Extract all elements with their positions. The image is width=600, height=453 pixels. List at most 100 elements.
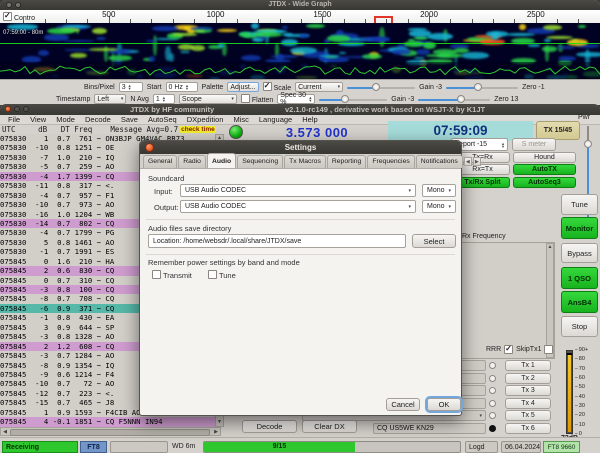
gain-slider[interactable] [347, 83, 415, 92]
scope-combo[interactable]: Scope▾ [179, 94, 237, 104]
stop-button[interactable]: Stop [561, 316, 598, 337]
wide-graph-titlebar[interactable]: JTDX - Wide Graph [0, 0, 600, 10]
band-activity-hscrollbar[interactable]: ◀ ▶ [0, 427, 221, 436]
main-titlebar[interactable]: JTDX by HF community v2.1.0-rc149 , deri… [0, 104, 600, 115]
menu-dxpedition[interactable]: DXpedition [187, 115, 224, 124]
select-button[interactable]: Select [412, 234, 456, 248]
decode-button[interactable]: Decode [242, 420, 297, 433]
tx-radio-3[interactable] [489, 387, 496, 394]
cancel-button[interactable]: Cancel [386, 398, 420, 411]
tx-radio-1[interactable] [489, 362, 496, 369]
zero2-slider[interactable] [418, 95, 490, 104]
close-icon[interactable] [6, 2, 12, 8]
input-channels-combo[interactable]: Mono▾ [422, 184, 456, 197]
tx2-button[interactable]: Tx 2 [505, 373, 551, 384]
adjust-button[interactable]: Adjust... [227, 82, 258, 92]
spec-spinbox[interactable]: Spec 30 %▲▼ [277, 94, 315, 104]
menu-mode[interactable]: Mode [56, 115, 75, 124]
settings-titlebar[interactable]: Settings [140, 141, 461, 154]
decode-row[interactable]: 075845 4 -0.1 1851 ~ CQ F5NNN IN94 [0, 417, 215, 426]
menu-file[interactable]: File [8, 115, 20, 124]
clear-dx-button[interactable]: Clear DX [302, 420, 357, 433]
autotx-button[interactable]: AutoTX [513, 164, 576, 175]
tab-tx-macros[interactable]: Tx Macros [284, 155, 326, 168]
ok-button[interactable]: OK [427, 398, 461, 411]
menu-language[interactable]: Language [259, 115, 292, 124]
output-channels-combo[interactable]: Mono▾ [422, 200, 456, 213]
navg-spinbox[interactable]: 1▲▼ [153, 94, 175, 104]
pwr-slider-knob[interactable] [584, 140, 592, 148]
tab-audio[interactable]: Audio [207, 153, 236, 168]
location-field[interactable]: Location: /home/websdr/.local/share/JTDX… [148, 234, 406, 248]
tab-notifications[interactable]: Notifications [416, 155, 463, 168]
input-combo[interactable]: USB Audio CODEC▾ [180, 184, 416, 197]
minimize-icon[interactable] [14, 106, 20, 112]
tx1-button[interactable]: Tx 1 [505, 360, 551, 371]
minimize-icon[interactable] [15, 2, 21, 8]
autoseq-button[interactable]: AutoSeq3 [513, 177, 576, 188]
tx-radio-2[interactable] [489, 375, 496, 382]
timestamp-combo[interactable]: Left▾ [94, 94, 126, 104]
meter-tick-label: 90+ [575, 347, 595, 353]
output-combo[interactable]: USB Audio CODEC▾ [180, 200, 416, 213]
tx4-button[interactable]: Tx 4 [505, 398, 551, 409]
signal-blob [528, 44, 540, 46]
rx-frequency-pane[interactable]: ▲▼ [461, 242, 555, 359]
tab-scroll-arrows[interactable]: ◀▶ [464, 157, 481, 166]
tune-checkbox[interactable]: Tune [208, 270, 236, 280]
skiptx1-checkbox[interactable] [544, 345, 553, 354]
monitor-button[interactable]: Monitor [561, 217, 598, 239]
txrx-split-button[interactable]: Tx/Rx Split [455, 177, 510, 188]
rrr-skiptx-row: RRR SkipTx1 [486, 345, 553, 354]
close-icon[interactable] [145, 143, 154, 152]
tx-radio-4[interactable] [489, 400, 496, 407]
settings-dialog: Settings GeneralRadioAudioSequencingTx M… [139, 140, 462, 416]
dial-frequency[interactable]: 3.573 000 [248, 124, 386, 141]
waterfall[interactable]: 07:59:00 - 80m [0, 23, 600, 79]
transmit-checkbox[interactable]: Transmit [152, 270, 192, 280]
tx-message-field-6[interactable]: CQ US5WE KN29 [373, 423, 486, 434]
tab-sequencing[interactable]: Sequencing [237, 155, 283, 168]
input-label: Input: [154, 187, 173, 196]
start-spinbox[interactable]: 0 Hz▲▼ [166, 82, 198, 92]
ansb4-button[interactable]: AnsB4 [561, 291, 598, 313]
scale-checkbox[interactable]: Scale [263, 82, 291, 92]
tab-general[interactable]: General [143, 155, 177, 168]
menu-autoseq[interactable]: AutoSeq [148, 115, 177, 124]
maximize-icon[interactable] [23, 106, 29, 112]
menu-decode[interactable]: Decode [85, 115, 111, 124]
controls-checkbox[interactable]: Contro [3, 12, 35, 22]
ruler-tick-label: 2000 [420, 10, 438, 19]
signal-blob [239, 32, 251, 37]
bypass-button[interactable]: Bypass [561, 243, 598, 263]
hound-button[interactable]: Hound [513, 152, 576, 163]
gain2-slider[interactable] [319, 95, 387, 104]
pwr-slider[interactable] [583, 126, 593, 231]
palette-combo[interactable]: Current▾ [295, 82, 343, 92]
menu-misc[interactable]: Misc [233, 115, 248, 124]
tx3-button[interactable]: Tx 3 [505, 385, 551, 396]
flatten-checkbox[interactable]: Flatten [241, 94, 273, 104]
checkbox-icon[interactable] [3, 12, 12, 21]
tab-reporting[interactable]: Reporting [327, 155, 366, 168]
menu-help[interactable]: Help [302, 115, 317, 124]
signal-meter [566, 350, 573, 434]
rrr-checkbox[interactable] [504, 345, 513, 354]
tab-frequencies[interactable]: Frequencies [367, 155, 414, 168]
palette-label: Palette [202, 84, 224, 91]
rx-freq-marker-icon[interactable] [374, 16, 393, 23]
tx-radio-5[interactable] [489, 412, 496, 419]
bins-spinbox[interactable]: 3▲▼ [119, 82, 143, 92]
menu-save[interactable]: Save [121, 115, 138, 124]
zero-slider[interactable] [446, 83, 518, 92]
tab-radio[interactable]: Radio [178, 155, 206, 168]
menu-view[interactable]: View [30, 115, 46, 124]
tx6-button[interactable]: Tx 6 [505, 423, 551, 434]
tx5-button[interactable]: Tx 5 [505, 410, 551, 421]
frequency-ruler[interactable]: Contro 5001000150020002500 [0, 10, 600, 24]
close-icon[interactable] [5, 106, 11, 112]
tune-button[interactable]: Tune [561, 194, 598, 215]
qso-button[interactable]: 1 QSO [561, 267, 598, 289]
signal-blob [191, 45, 205, 52]
tx-radio-6[interactable] [489, 425, 496, 432]
